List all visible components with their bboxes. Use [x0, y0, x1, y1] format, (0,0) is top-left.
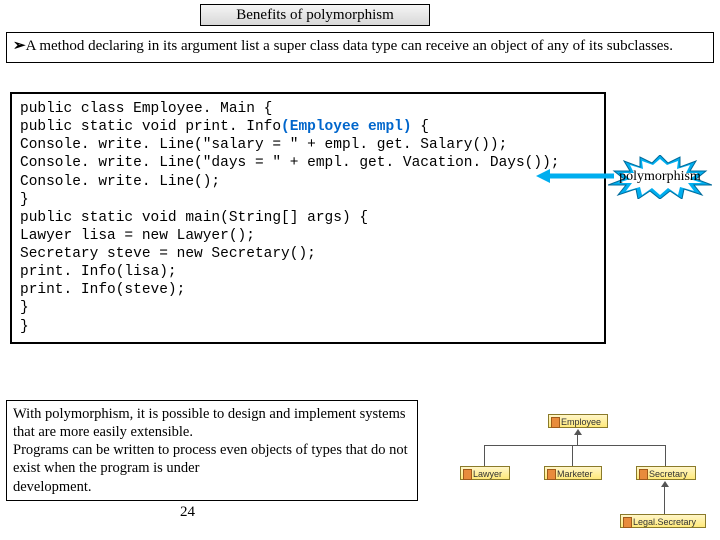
- intro-text: A method declaring in its argument list …: [26, 38, 673, 54]
- page-number: 24: [180, 504, 195, 521]
- code-line: }: [20, 319, 29, 335]
- uml-connector: [484, 445, 666, 446]
- uml-diagram: Employee Lawyer Marketer Secretary Legal…: [452, 414, 712, 534]
- code-line: }: [20, 300, 29, 316]
- code-param-highlight: (Employee empl): [281, 119, 412, 135]
- uml-class-lawyer: Lawyer: [460, 466, 510, 480]
- slide-title: Benefits of polymorphism: [236, 7, 394, 24]
- uml-arrowhead-icon: [661, 481, 669, 487]
- code-line: public static void print. Info: [20, 119, 281, 135]
- uml-class-marketer: Marketer: [544, 466, 602, 480]
- code-line: print. Info(steve);: [20, 282, 185, 298]
- code-line: Console. write. Line("days = " + empl. g…: [20, 155, 560, 171]
- uml-connector: [665, 445, 666, 466]
- code-line: }: [20, 192, 29, 208]
- uml-label: Lawyer: [473, 469, 502, 479]
- code-line: print. Info(lisa);: [20, 264, 177, 280]
- uml-label: Secretary: [649, 469, 688, 479]
- code-block: public class Employee. Main { public sta…: [10, 92, 606, 344]
- intro-paragraph: ➢A method declaring in its argument list…: [6, 32, 714, 63]
- uml-connector: [577, 435, 578, 445]
- uml-connector: [664, 487, 665, 514]
- polymorphism-callout: polymorphism: [608, 155, 712, 199]
- uml-class-legal-secretary: Legal.Secretary: [620, 514, 706, 528]
- code-line: Lawyer lisa = new Lawyer();: [20, 228, 255, 244]
- slide-title-box: Benefits of polymorphism: [200, 4, 430, 26]
- uml-label: Marketer: [557, 469, 593, 479]
- bullet-arrow-icon: ➢: [13, 37, 26, 54]
- callout-label: polymorphism: [619, 169, 701, 185]
- uml-class-employee: Employee: [548, 414, 608, 428]
- uml-class-secretary: Secretary: [636, 466, 696, 480]
- callout-arrow-icon: [536, 166, 616, 186]
- code-line: Secretary steve = new Secretary();: [20, 246, 316, 262]
- code-line: public class Employee. Main {: [20, 101, 272, 117]
- uml-label: Employee: [561, 417, 601, 427]
- code-line: Console. write. Line();: [20, 174, 220, 190]
- code-line: {: [412, 119, 429, 135]
- code-line: Console. write. Line("salary = " + empl.…: [20, 137, 507, 153]
- uml-arrowhead-icon: [574, 429, 582, 435]
- uml-label: Legal.Secretary: [633, 517, 696, 527]
- summary-text: With polymorphism, it is possible to des…: [13, 406, 408, 495]
- code-line: public static void main(String[] args) {: [20, 210, 368, 226]
- summary-paragraph: With polymorphism, it is possible to des…: [6, 400, 418, 501]
- uml-connector: [484, 445, 485, 466]
- uml-connector: [572, 445, 573, 466]
